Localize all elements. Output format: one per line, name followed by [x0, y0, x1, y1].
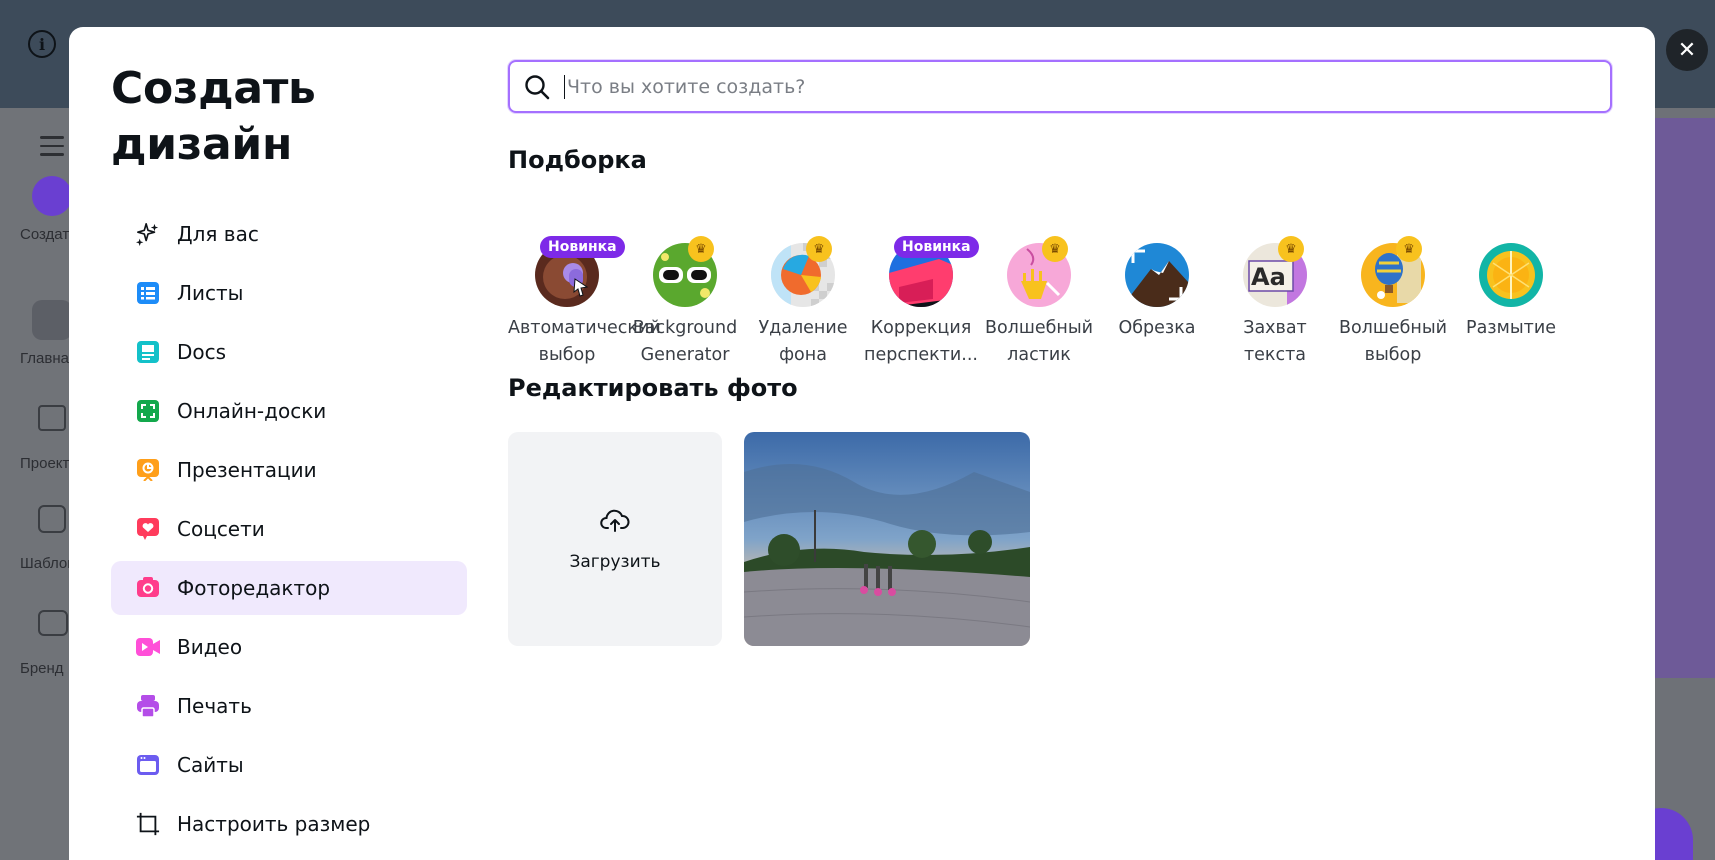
tool-magic-grab[interactable]: ♛ Волшебный выбор — [1334, 219, 1452, 369]
sidebar-item-video[interactable]: Видео — [111, 620, 467, 674]
website-icon — [136, 753, 160, 777]
sidebar-item-label: Видео — [177, 635, 243, 659]
sidebar-item-label: Презентации — [177, 458, 317, 482]
new-badge: Новинка — [894, 236, 979, 258]
tool-label: Коррекция перспекти... — [864, 318, 978, 365]
create-design-modal: Создать дизайн Для вас Листы Docs Онлайн… — [69, 27, 1655, 860]
plus-icon — [32, 176, 72, 216]
tool-background-generator[interactable]: ♛ Background Generator — [626, 219, 744, 369]
crown-icon: ♛ — [1042, 236, 1068, 262]
tool-background-remover[interactable]: ♛ Удаление фона — [744, 219, 862, 369]
sidebar-item-label: Соцсети — [177, 517, 265, 541]
menu-icon[interactable] — [40, 136, 64, 162]
crown-icon: ♛ — [1396, 236, 1422, 262]
category-sidebar: Для вас Листы Docs Онлайн-доски Презента… — [111, 207, 467, 856]
sidebar-item-presentations[interactable]: Презентации — [111, 443, 467, 497]
featured-section-title: Подборка — [508, 146, 647, 174]
new-badge: Новинка — [540, 236, 625, 258]
sparkle-icon — [136, 222, 160, 246]
svg-text:Aa: Aa — [1251, 263, 1286, 291]
upload-button[interactable]: Загрузить — [508, 432, 722, 646]
sidebar-item-label: Листы — [177, 281, 244, 305]
tool-label: Волшебный выбор — [1338, 318, 1448, 365]
edit-photo-section-title: Редактировать фото — [508, 374, 798, 402]
cloud-upload-icon — [600, 507, 630, 538]
tool-auto-select[interactable]: Новинка Автоматический выбор — [508, 219, 661, 369]
sidebar-item-for-you[interactable]: Для вас — [111, 207, 467, 261]
recent-photo-thumbnail[interactable] — [744, 432, 1030, 646]
whiteboard-icon — [136, 399, 160, 423]
blur-thumbnail-icon — [1479, 243, 1543, 307]
folder-icon — [38, 405, 66, 431]
crown-icon: ♛ — [1278, 236, 1304, 262]
sidebar-item-print[interactable]: Печать — [111, 679, 467, 733]
modal-title: Создать дизайн — [111, 63, 316, 170]
sidebar-item-label: Сайты — [177, 753, 244, 777]
search-input[interactable] — [564, 74, 1610, 99]
tool-magic-eraser[interactable]: ♛ Волшебный ластик — [980, 219, 1098, 369]
search-icon — [522, 72, 552, 102]
search-bar[interactable] — [508, 60, 1612, 113]
upload-label: Загрузить — [569, 551, 661, 572]
sidebar-item-social[interactable]: Соцсети — [111, 502, 467, 556]
resize-icon — [136, 812, 160, 836]
crown-icon: ♛ — [688, 236, 714, 262]
tool-grab-text[interactable]: ♛ Aa Захват текста — [1216, 219, 1334, 369]
sidebar-item-photo-editor[interactable]: Фоторедактор — [111, 561, 467, 615]
sheets-icon — [136, 281, 160, 305]
tool-label: Автоматический выбор — [508, 318, 661, 365]
presentation-icon — [136, 458, 160, 482]
tool-label: Обрезка — [1118, 318, 1196, 338]
docs-icon — [136, 340, 160, 364]
tool-perspective-correction[interactable]: Новинка Коррекция перспекти... — [862, 219, 980, 369]
sidebar-item-whiteboards[interactable]: Онлайн-доски — [111, 384, 467, 438]
camera-icon — [136, 576, 160, 600]
brand-icon — [38, 610, 68, 636]
tool-label: Захват текста — [1243, 318, 1307, 365]
sidebar-item-label: Для вас — [177, 222, 259, 246]
heart-icon — [136, 517, 160, 541]
home-icon — [32, 300, 72, 340]
video-icon — [136, 635, 160, 659]
rail-label: Бренд — [20, 660, 64, 677]
tool-blur[interactable]: Размытие — [1452, 219, 1570, 369]
sidebar-item-label: Фоторедактор — [177, 576, 331, 600]
tool-crop[interactable]: Обрезка — [1098, 219, 1216, 369]
sidebar-item-sheets[interactable]: Листы — [111, 266, 467, 320]
tool-label: Размытие — [1466, 318, 1556, 338]
info-icon[interactable]: i — [28, 30, 56, 58]
sidebar-item-custom-size[interactable]: Настроить размер — [111, 797, 467, 851]
tool-label: Удаление фона — [758, 318, 848, 365]
crop-thumbnail-icon — [1125, 243, 1189, 307]
print-icon — [136, 694, 160, 718]
sidebar-item-label: Онлайн-доски — [177, 399, 327, 423]
tool-label: Волшебный ластик — [984, 318, 1094, 365]
sidebar-item-label: Настроить размер — [177, 812, 371, 836]
featured-tools-list: Новинка Автоматический выбор ♛ Backgroun… — [508, 219, 1618, 369]
close-icon[interactable]: ✕ — [1666, 29, 1708, 71]
sidebar-item-label: Docs — [177, 340, 227, 364]
tool-label: Background Generator — [632, 318, 738, 365]
sidebar-item-docs[interactable]: Docs — [111, 325, 467, 379]
crown-icon: ♛ — [806, 236, 832, 262]
sidebar-item-label: Печать — [177, 694, 252, 718]
layout-icon — [38, 505, 66, 533]
sidebar-item-websites[interactable]: Сайты — [111, 738, 467, 792]
